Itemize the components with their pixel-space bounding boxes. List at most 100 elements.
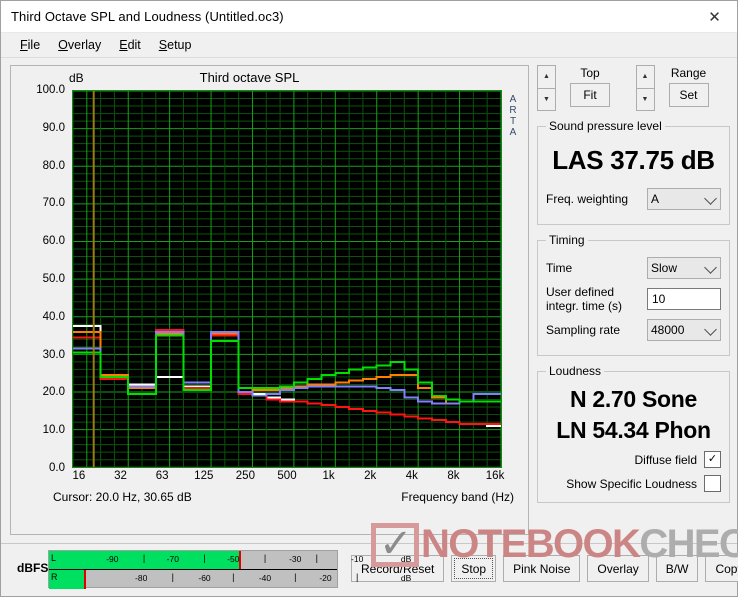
top-spinner[interactable]: ▲ ▼ — [537, 65, 556, 111]
trace-blue — [73, 330, 501, 405]
x-axis-tick: 1k — [322, 470, 335, 482]
meter-tick: -10 — [351, 554, 364, 564]
y-axis-tick: 30.0 — [42, 348, 65, 361]
stop-button[interactable]: Stop — [451, 555, 497, 582]
specific-loudness-checkbox[interactable] — [704, 475, 721, 492]
top-label-button: Top Fit — [562, 65, 618, 107]
y-axis-tick: 50.0 — [42, 273, 65, 285]
y-axis-tick: 10.0 — [42, 424, 65, 437]
diffuse-field-row[interactable]: Diffuse field ✓ — [546, 451, 721, 468]
x-axis-tick: 4k — [405, 470, 418, 482]
arta-watermark: ARTA — [509, 94, 517, 138]
integration-time-input[interactable] — [647, 288, 721, 310]
range-label-button: Range Set — [661, 65, 717, 107]
loudness-group-title: Loudness — [549, 364, 602, 378]
spl-group-title: Sound pressure level — [549, 119, 662, 133]
range-label: Range — [670, 66, 707, 80]
plot-title: Third octave SPL — [199, 70, 300, 85]
diffuse-field-label: Diffuse field — [634, 452, 697, 467]
x-axis-tick: 2k — [364, 470, 377, 482]
loudness-sone-value: N 2.70 Sone — [569, 386, 698, 412]
meter-tick: -50 — [227, 554, 240, 564]
x-axis-title: Frequency band (Hz) — [401, 490, 514, 504]
x-axis-tick: 63 — [155, 470, 169, 482]
freq-weighting-combo[interactable]: A — [647, 188, 721, 210]
y-axis-tick: 90.0 — [42, 121, 65, 134]
timing-group: Timing Time Slow User defined integr. tim… — [537, 233, 730, 356]
top-control-group: ▲ ▼ Top Fit — [537, 65, 632, 111]
y-axis-tick: 100.0 — [36, 84, 65, 96]
loudness-group: Loudness N 2.70 Sone LN 54.34 Phon Diffu… — [537, 364, 730, 503]
range-spinner-up-icon[interactable]: ▲ — [635, 65, 655, 88]
time-row: Time Slow — [546, 257, 721, 279]
menu-item-file[interactable]: File — [11, 36, 49, 54]
set-button[interactable]: Set — [668, 83, 709, 107]
freq-weighting-row: Freq. weighting A — [546, 188, 721, 210]
pink-noise-button[interactable]: Pink Noise — [503, 555, 581, 582]
spl-value: LAS 37.75 dB — [552, 145, 715, 175]
level-meter-right-marker — [83, 570, 86, 589]
dbfs-label: dBFS — [17, 561, 49, 575]
x-axis-tick: 250 — [235, 470, 255, 482]
meter-tick: -80 — [135, 573, 148, 583]
y-axis-tick: 20.0 — [42, 386, 65, 399]
meter-unit: dB — [400, 554, 412, 564]
y-axis-tick: 40.0 — [42, 310, 65, 323]
close-icon[interactable]: ✕ — [692, 1, 737, 32]
meter-pipe: | — [203, 553, 206, 563]
menu-item-overlay-rest: verlay — [67, 38, 102, 52]
y-axis-tick: 0.0 — [49, 462, 65, 474]
y-axis-tick: 80.0 — [42, 159, 65, 172]
fit-button[interactable]: Fit — [570, 83, 610, 107]
x-axis-tick: 32 — [114, 470, 127, 482]
level-meter-right-channel: R — [51, 572, 58, 582]
range-control-group: ▲ ▼ Range Set — [635, 65, 731, 111]
timing-group-title: Timing — [549, 233, 585, 247]
bw-button[interactable]: B/W — [655, 555, 699, 582]
menu-item-setup-rest: etup — [167, 38, 192, 52]
graph-panel: dB Third octave SPL 0.0 10.0 20.0 30.0 40.0 5… — [10, 65, 529, 535]
menu-item-edit[interactable]: Edit — [110, 36, 150, 54]
freq-weighting-label: Freq. weighting — [546, 192, 629, 206]
record-reset-button[interactable]: Record/Reset — [351, 555, 445, 582]
chart-curves — [73, 91, 501, 467]
x-axis-tick: 8k — [447, 470, 460, 482]
meter-tick: -40 — [258, 573, 272, 583]
menu-item-setup[interactable]: Setup — [150, 36, 201, 54]
meter-pipe: | — [142, 553, 146, 563]
meter-pipe: | — [171, 572, 174, 582]
trace-orange — [73, 330, 501, 405]
menu-bar: File Overlay Edit Setup — [1, 33, 737, 58]
window-title: Third Octave SPL and Loudness (Untitled.… — [11, 9, 284, 24]
application-window: Third Octave SPL and Loudness (Untitled.… — [0, 0, 738, 597]
diffuse-field-checkbox[interactable]: ✓ — [704, 451, 721, 468]
range-spinner-down-icon[interactable]: ▼ — [635, 87, 655, 111]
range-spinner[interactable]: ▲ ▼ — [635, 65, 655, 111]
overlay-button[interactable]: Overlay — [587, 555, 649, 582]
x-axis-tick: 16k — [485, 470, 505, 482]
sampling-rate-combo[interactable]: 48000 — [647, 319, 721, 341]
title-bar: Third Octave SPL and Loudness (Untitled.… — [1, 1, 737, 33]
meter-tick: -60 — [198, 573, 211, 583]
meter-pipe: | — [232, 572, 235, 582]
copy-button[interactable]: Copy — [705, 555, 738, 582]
meter-pipe: | — [263, 553, 267, 563]
x-axis-labels: 16 32 63 125 250 500 1k 2k 4k 8k 16k — [72, 470, 505, 486]
time-combo[interactable]: Slow — [647, 257, 721, 279]
plot-wrapper[interactable] — [72, 90, 502, 468]
menu-item-overlay[interactable]: Overlay — [49, 36, 110, 54]
level-meter-right-row: R -80 | -60 | -40 | -20 | dB — [49, 570, 411, 589]
plot-area[interactable] — [72, 90, 502, 468]
specific-loudness-row[interactable]: Show Specific Loudness — [546, 475, 721, 492]
time-select[interactable]: Slow — [647, 257, 721, 279]
menu-item-file-rest: ile — [27, 38, 41, 52]
top-spinner-up-icon[interactable]: ▲ — [537, 65, 556, 88]
sound-pressure-level-group: Sound pressure level LAS 37.75 dB Freq. … — [537, 119, 730, 225]
bottom-bar: dBFS L -90 | -70 | -50 | -30 | -10 dB R — [1, 543, 738, 596]
freq-weighting-select[interactable]: A — [647, 188, 721, 210]
level-meter-left-row: L -90 | -70 | -50 | -30 | -10 dB — [49, 551, 411, 570]
sampling-rate-select[interactable]: 48000 — [647, 319, 721, 341]
specific-loudness-label: Show Specific Loudness — [566, 476, 697, 491]
top-spinner-down-icon[interactable]: ▼ — [537, 87, 556, 111]
level-meter: L -90 | -70 | -50 | -30 | -10 dB R -80 |… — [48, 550, 411, 589]
